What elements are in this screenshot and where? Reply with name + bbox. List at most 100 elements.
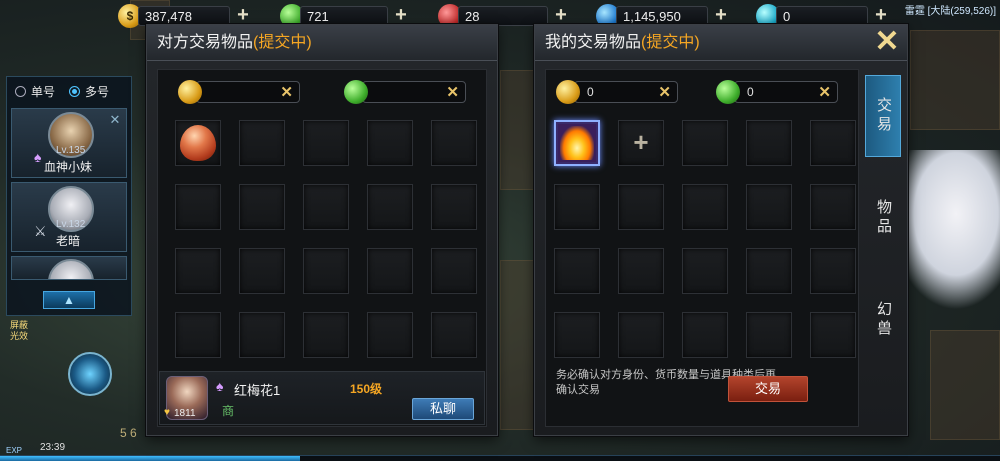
private-chat-button[interactable]: 私聊 xyxy=(412,398,474,420)
item-slot[interactable] xyxy=(239,184,285,230)
item-slot[interactable] xyxy=(367,120,413,166)
money-input[interactable]: 0 ✕ xyxy=(734,81,838,103)
item-slot[interactable] xyxy=(682,248,728,294)
hide-effects-toggle[interactable]: 屏蔽光效 xyxy=(10,320,36,342)
world-tile xyxy=(500,260,536,430)
region-coordinates: 雷霆 [大陆(259,526)] xyxy=(904,6,996,17)
trade-side-tabs: 交易 物品 幻兽 xyxy=(865,75,901,381)
item-slot[interactable] xyxy=(367,312,413,358)
party-member-card[interactable]: ♠ Lv.135 血神小妹 ✕ xyxy=(11,108,127,178)
other-item-grid xyxy=(175,120,477,358)
item-slot[interactable] xyxy=(682,312,728,358)
item-slot[interactable] xyxy=(682,184,728,230)
add-blue-button[interactable]: + xyxy=(712,5,730,25)
item-slot[interactable] xyxy=(554,312,600,358)
clear-x-icon: ✕ xyxy=(446,84,459,101)
party-panel: 单号 多号 ♠ Lv.135 血神小妹 ✕ ⚔ Lv.132 老暗 ▲ xyxy=(6,76,132,316)
item-slot[interactable] xyxy=(746,248,792,294)
add-cyan-button[interactable]: + xyxy=(872,5,890,25)
world-tile xyxy=(500,70,536,190)
item-slot[interactable] xyxy=(431,248,477,294)
money-value: 0 xyxy=(747,85,754,99)
currency-value: 1,145,950 xyxy=(616,6,708,26)
item-slot[interactable] xyxy=(303,184,349,230)
item-slot[interactable] xyxy=(431,184,477,230)
my-trade-panel: 0 ✕ 0 ✕ + 务必确认对方身份、货币数量与道具种类后再确认交易 交易 xyxy=(545,69,859,427)
gold-coin-icon xyxy=(178,80,202,104)
add-green-button[interactable]: + xyxy=(392,5,410,25)
party-member-card[interactable] xyxy=(11,256,127,280)
item-slot[interactable] xyxy=(239,120,285,166)
radio-icon xyxy=(15,86,26,97)
mode-single-label: 单号 xyxy=(31,85,56,99)
trade-status: (提交中) xyxy=(253,34,312,51)
mode-multi-option[interactable]: 多号 xyxy=(69,83,109,100)
item-slot[interactable] xyxy=(554,184,600,230)
my-trade-title: 我的交易物品(提交中) xyxy=(535,25,907,61)
other-gold-field: ✕ xyxy=(178,80,300,104)
currency-value: 0 xyxy=(776,6,868,26)
chevron-up-icon: ▲ xyxy=(63,293,75,307)
tab-pets[interactable]: 幻兽 xyxy=(865,279,901,361)
item-slot[interactable] xyxy=(618,184,664,230)
radio-checked-icon xyxy=(69,86,81,97)
item-slot[interactable] xyxy=(810,120,856,166)
add-item-button[interactable]: + xyxy=(618,120,664,166)
item-slot[interactable] xyxy=(303,312,349,358)
my-green-field: 0 ✕ xyxy=(716,80,838,104)
heart-icon: ♥ xyxy=(164,407,170,418)
tab-trade[interactable]: 交易 xyxy=(865,75,901,157)
clear-x-icon: ✕ xyxy=(280,84,293,101)
item-slot[interactable] xyxy=(810,312,856,358)
item-slot[interactable] xyxy=(431,312,477,358)
item-slot[interactable] xyxy=(239,312,285,358)
trade-status: (提交中) xyxy=(641,34,700,51)
item-slot[interactable] xyxy=(367,248,413,294)
clear-x-icon[interactable]: ✕ xyxy=(818,83,831,101)
item-slot[interactable] xyxy=(175,184,221,230)
item-slot[interactable] xyxy=(303,248,349,294)
money-input: ✕ xyxy=(362,81,466,103)
add-gold-button[interactable]: + xyxy=(234,5,252,25)
item-slot[interactable] xyxy=(746,184,792,230)
item-slot[interactable] xyxy=(175,120,221,166)
my-item-grid: + xyxy=(554,120,856,358)
item-slot[interactable] xyxy=(554,248,600,294)
clear-x-icon[interactable]: ✕ xyxy=(658,83,671,101)
mode-multi-label: 多号 xyxy=(85,85,110,99)
gold-coin-icon xyxy=(556,80,580,104)
money-input: ✕ xyxy=(196,81,300,103)
item-slot[interactable] xyxy=(746,120,792,166)
add-red-button[interactable]: + xyxy=(552,5,570,25)
money-input[interactable]: 0 ✕ xyxy=(574,81,678,103)
fire-item-icon xyxy=(560,126,594,160)
mode-single-option[interactable]: 单号 xyxy=(15,83,55,100)
item-slot[interactable] xyxy=(810,184,856,230)
clock: 23:39 xyxy=(40,442,66,453)
item-slot[interactable] xyxy=(175,248,221,294)
item-slot[interactable] xyxy=(746,312,792,358)
party-mode-selector: 单号 多号 xyxy=(7,77,131,106)
item-slot[interactable] xyxy=(303,120,349,166)
item-slot[interactable] xyxy=(175,312,221,358)
world-tile xyxy=(930,330,1000,440)
merchant-badge: 商 xyxy=(222,404,235,418)
plus-icon: + xyxy=(633,127,649,157)
tab-items[interactable]: 物品 xyxy=(865,177,901,259)
expand-party-button[interactable]: ▲ xyxy=(43,291,95,309)
confirm-trade-button[interactable]: 交易 xyxy=(728,376,808,402)
item-slot[interactable] xyxy=(618,312,664,358)
item-slot-selected[interactable] xyxy=(554,120,600,166)
close-icon[interactable]: ✕ xyxy=(873,27,901,57)
party-member-card[interactable]: ⚔ Lv.132 老暗 xyxy=(11,182,127,252)
skill-orb-button[interactable] xyxy=(68,352,112,396)
item-slot[interactable] xyxy=(618,248,664,294)
money-value: 0 xyxy=(587,85,594,99)
item-slot[interactable] xyxy=(431,120,477,166)
item-slot[interactable] xyxy=(239,248,285,294)
item-slot[interactable] xyxy=(367,184,413,230)
partner-avatar-level: 1811 xyxy=(174,408,196,419)
item-slot[interactable] xyxy=(682,120,728,166)
item-slot[interactable] xyxy=(810,248,856,294)
remove-member-icon[interactable]: ✕ xyxy=(108,113,122,127)
